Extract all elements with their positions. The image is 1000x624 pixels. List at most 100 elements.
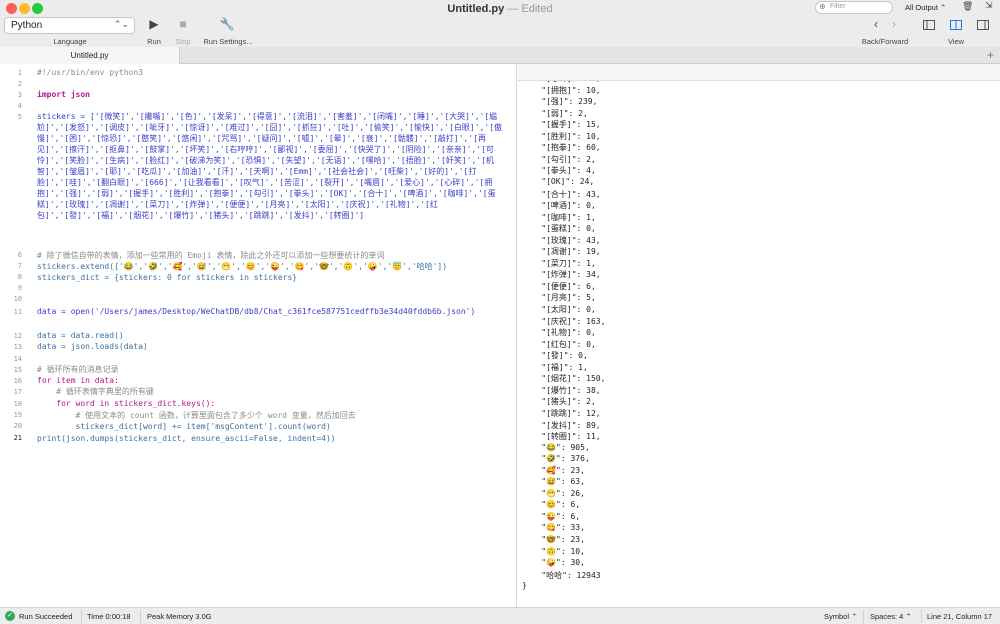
line-number-gutter: 1 2 3 4 5 6 7 8 9 10 11 12 13 14 15 16 1… [0, 64, 28, 607]
trash-icon[interactable]: 🗑 [962, 1, 973, 12]
output-line: "[月亮]": 5, [522, 293, 596, 303]
output-line: "[勾引]": 2, [522, 154, 596, 164]
line-number: 5 [17, 113, 22, 121]
line-number: 2 [17, 80, 22, 88]
run-status: Run Succeeded [19, 612, 73, 621]
output-line: "[转圈]": 11, [522, 432, 601, 442]
output-line: "[啤酒]": 0, [522, 201, 596, 211]
output-line: "😜": 6, [522, 511, 581, 521]
line-number: 15 [13, 366, 22, 374]
tab-bar: Untitled.py + [0, 47, 1000, 64]
output-line: "[弱]": 2, [522, 108, 588, 118]
output-line: "🥰": 23, [522, 465, 585, 475]
status-bar: ✓ Run Succeeded Time 0:00:18 Peak Memory… [0, 607, 1000, 624]
chevron-left-icon[interactable]: ‹ [870, 17, 882, 31]
all-output-select[interactable]: All Output ⌃ [905, 3, 946, 12]
output-line: "[菜刀]": 1, [522, 258, 596, 268]
output-line: "😅": 63, [522, 477, 585, 487]
output-line: "😁": 26, [522, 488, 585, 498]
line-number: 10 [13, 295, 22, 303]
wrench-icon[interactable]: 🔧 [219, 17, 235, 31]
chevron-right-icon[interactable]: › [888, 17, 900, 31]
line-number: 19 [13, 411, 22, 419]
code-line: # 循环所有的消息记录 [37, 365, 119, 374]
console-output[interactable]: "[心碎]": 32, "[拥抱]": 10, "[强]": 239, "[弱]… [518, 81, 1000, 607]
stop-icon[interactable]: ■ [176, 17, 190, 31]
line-number: 6 [17, 251, 22, 259]
line-number: 7 [17, 262, 22, 270]
output-line: "[玫瑰]": 43, [522, 235, 601, 245]
output-line: "[跳跳]": 12, [522, 408, 601, 418]
filter-input[interactable]: ⊕ Filter [815, 1, 893, 14]
play-icon[interactable]: ▶ [147, 17, 161, 31]
output-line: "[庆祝]": 163, [522, 316, 606, 326]
code-line: # 使用文本的 count 函数，计算里面包含了多少个 word 变量，然后加回… [37, 411, 356, 420]
output-line: "[OK]": 24, [522, 176, 595, 186]
code-line: #!/usr/bin/env python3 [37, 68, 143, 77]
line-number: 18 [13, 400, 22, 408]
output-line: "哈哈": 12943 [522, 570, 601, 580]
code-line: stickers_dict = {stickers: 0 for sticker… [37, 273, 298, 282]
line-number: 1 [17, 69, 22, 77]
output-line: "[福]": 1, [522, 362, 588, 372]
run-button-label[interactable]: Run [140, 37, 168, 46]
output-line: "[发抖]": 89, [522, 420, 601, 430]
stop-button-label[interactable]: Stop [169, 37, 197, 46]
code-line: stickers_dict[word] += item['msgContent'… [37, 422, 331, 431]
view-label: View [947, 37, 965, 46]
output-line: "[烟花]": 150, [522, 374, 606, 384]
spaces-select[interactable]: Spaces: 4 ⌃ [870, 612, 912, 621]
output-line: "😊": 6, [522, 500, 581, 510]
split-view-icon[interactable] [950, 20, 962, 30]
symbol-select[interactable]: Symbol ⌃ [824, 612, 857, 621]
line-number-current: 21 [13, 434, 22, 442]
add-tab-button[interactable]: + [987, 48, 994, 62]
output-line: "[蛋糕]": 0, [522, 224, 596, 234]
output-line: "[發]": 0, [522, 351, 588, 361]
left-panel-icon[interactable] [923, 20, 935, 30]
line-number: 14 [13, 355, 22, 363]
output-line: "[咖啡]": 1, [522, 212, 596, 222]
output-line: "🙃": 10, [522, 546, 585, 556]
code-editor[interactable]: 1 2 3 4 5 6 7 8 9 10 11 12 13 14 15 16 1… [0, 64, 517, 607]
output-line: "[心碎]": 32, [522, 81, 600, 84]
code-line: for item in data: [37, 376, 119, 385]
cursor-position: Line 21, Column 17 [927, 612, 993, 621]
tab-untitled[interactable]: Untitled.py [0, 47, 180, 64]
run-time: Time 0:00:18 [87, 612, 131, 621]
right-panel-icon[interactable] [977, 20, 989, 30]
line-number: 16 [13, 377, 22, 385]
search-icon: ⊕ [819, 2, 826, 11]
output-line: "[合十]": 43, [522, 189, 601, 199]
code-line: # 循环表情字典里的所有键 [37, 387, 154, 396]
output-line: "[太阳]": 0, [522, 305, 596, 314]
code-line: # 除了微信自带的表情，添加一些常用的 Emoji 表情，除此之外还可以添加一些… [37, 251, 385, 260]
app-window: Untitled.py — Edited Python ⌃⌄ Language ▶… [0, 0, 1000, 624]
output-line: "😂": 905, [522, 442, 590, 452]
language-select[interactable]: Python ⌃⌄ [4, 17, 135, 34]
output-line: "[猪头]": 2, [522, 397, 596, 407]
output-line: "[胜利]": 10, [522, 131, 601, 141]
output-line: "[凋谢]": 19, [522, 247, 601, 257]
code-line: data = data.read() [37, 331, 124, 340]
line-number: 13 [13, 343, 22, 351]
output-line: "[强]": 239, [522, 97, 598, 107]
code-line: stickers.extend(['😂','🤣','🥰','😅','😁','😊'… [37, 262, 448, 271]
code-line-current: print(json.dumps(stickers_dict, ensure_a… [37, 434, 336, 443]
peak-memory: Peak Memory 3.0G [147, 612, 212, 621]
output-line: "[便便]": 6, [522, 281, 596, 291]
code-line: for word in stickers_dict.keys(): [37, 399, 216, 408]
output-line: "[拳头]": 4, [522, 166, 596, 176]
code-line: data = open('/Users/james/Desktop/WeChat… [37, 307, 476, 316]
line-number: 4 [17, 102, 22, 110]
output-line: "🤣": 376, [522, 454, 590, 464]
output-line: "[爆竹]": 38, [522, 385, 601, 395]
code-line: stickers = ['[微笑]','[撇嘴]','[色]','[发呆]','… [37, 112, 502, 220]
collapse-panel-icon[interactable]: ⇲ [985, 0, 993, 11]
line-number: 8 [17, 273, 22, 281]
output-line: } [522, 581, 527, 591]
output-line: "😋": 33, [522, 523, 585, 533]
run-settings-button-label[interactable]: Run Settings... [198, 37, 258, 46]
line-number: 9 [17, 284, 22, 292]
output-line: "🤓": 23, [522, 535, 585, 544]
